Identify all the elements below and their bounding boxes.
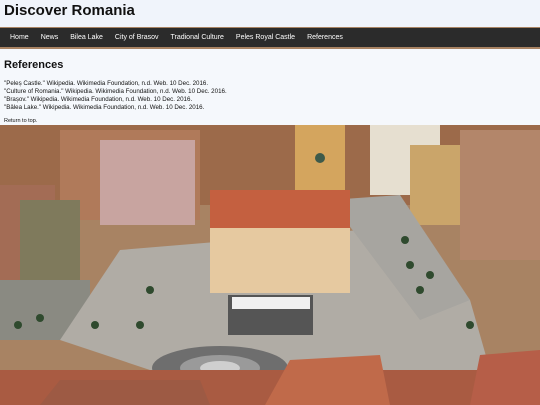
nav-link-news[interactable]: News xyxy=(35,28,65,47)
reference-item: "Peleș Castle." Wikipedia. Wikimedia Fou… xyxy=(4,80,209,87)
reference-item: "Culture of Romania." Wikipedia. Wikimed… xyxy=(4,88,227,95)
site-title: Discover Romania xyxy=(4,2,135,19)
nav-link-home[interactable]: Home xyxy=(0,28,35,47)
nav-link-traditional-culture[interactable]: Tradional Culture xyxy=(164,28,229,47)
nav-link-bilea-lake[interactable]: Bilea Lake xyxy=(64,28,109,47)
references-section: References "Peleș Castle." Wikipedia. Wi… xyxy=(0,49,540,125)
nav-link-references[interactable]: References xyxy=(301,28,349,47)
return-to-top-link[interactable]: Return to top. xyxy=(4,118,37,124)
main-navbar: Home News Bilea Lake City of Brasov Trad… xyxy=(0,28,540,47)
nav-link-city-of-brasov[interactable]: City of Brasov xyxy=(109,28,165,47)
references-list: "Peleș Castle." Wikipedia. Wikimedia Fou… xyxy=(4,80,227,112)
site-header: Discover Romania xyxy=(0,0,540,27)
reference-item: "Brașov." Wikipedia. Wikimedia Foundatio… xyxy=(4,96,193,103)
reference-item: "Bâlea Lake." Wikipedia. Wikimedia Found… xyxy=(4,104,205,111)
section-title: References xyxy=(4,59,64,71)
nav-link-peles-royal-castle[interactable]: Peles Royal Castle xyxy=(230,28,301,47)
